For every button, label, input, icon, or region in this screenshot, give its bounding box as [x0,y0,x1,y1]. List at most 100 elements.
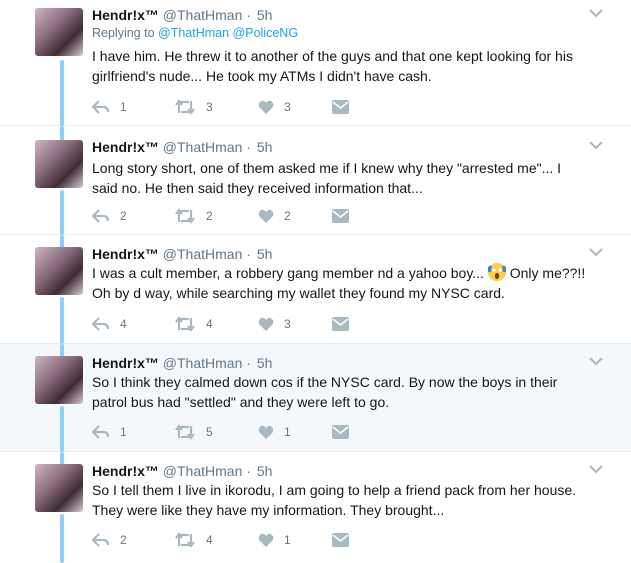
tweet-header: Hendr!x™ @ThatHman · 5h [92,245,272,263]
face-screaming-emoji [487,263,506,281]
reply-count: 1 [120,100,127,114]
like-count: 3 [284,317,291,331]
like-count: 3 [284,100,291,114]
tweet-header: Hendr!x™ @ThatHman · 5h [92,354,272,372]
tweet-text: I have him. He threw it to another of th… [92,46,612,86]
thread-line [60,297,64,344]
tweet-text-line: I have him. He threw it to another of th… [92,48,573,64]
like-button[interactable]: 3 [258,315,291,333]
separator-dot: · [246,139,251,155]
user-handle[interactable]: @ThatHman [163,246,243,262]
separator-dot: · [246,463,251,479]
tweet-text: So I tell them I live in ikorodu, I am g… [92,480,612,520]
chevron-down-icon[interactable] [589,356,603,366]
avatar[interactable] [35,464,83,512]
reply-button[interactable]: 4 [92,315,127,333]
message-icon [332,317,349,331]
tweet-text-segment: I was a cult member, a robbery gang memb… [92,265,484,281]
display-name[interactable]: Hendr!x™ [92,246,159,262]
replying-to-user[interactable]: @PoliceNG [233,26,299,40]
user-handle[interactable]: @ThatHman [163,139,243,155]
timestamp[interactable]: 5h [257,355,273,371]
message-icon [332,209,349,223]
user-handle[interactable]: @ThatHman [163,355,243,371]
retweet-icon [175,208,195,224]
like-button[interactable]: 1 [258,423,291,441]
retweet-button[interactable]: 4 [174,315,213,333]
avatar[interactable] [35,140,83,188]
tweet-text-line: They were like they have my information.… [92,502,445,518]
chevron-down-icon[interactable] [589,247,603,257]
heart-icon [258,425,274,439]
timestamp[interactable]: 5h [257,246,273,262]
timestamp[interactable]: 5h [257,7,273,23]
retweet-count: 4 [206,317,213,331]
separator-dot: · [246,246,251,262]
display-name[interactable]: Hendr!x™ [92,355,159,371]
chevron-down-icon[interactable] [589,140,603,150]
replying-to: Replying to @ThatHman @PoliceNG [92,26,298,40]
tweet[interactable]: Hendr!x™ @ThatHman · 5h I was a cult mem… [0,235,631,344]
reply-button[interactable]: 1 [92,98,127,116]
direct-message-button[interactable] [332,315,349,333]
direct-message-button[interactable] [332,423,349,441]
tweet-text-line: I was a cult member, a robbery gang memb… [92,263,612,283]
direct-message-button[interactable] [332,98,349,116]
reply-button[interactable]: 2 [92,531,127,549]
direct-message-button[interactable] [332,207,349,225]
tweet-text-line: said no. He then said they received info… [92,180,423,196]
display-name[interactable]: Hendr!x™ [92,463,159,479]
display-name[interactable]: Hendr!x™ [92,139,159,155]
like-count: 1 [284,425,291,439]
tweet-text: So I think they calmed down cos if the N… [92,372,612,412]
retweet-button[interactable]: 2 [174,207,213,225]
like-button[interactable]: 2 [258,207,291,225]
reply-button[interactable]: 2 [92,207,127,225]
direct-message-button[interactable] [332,531,349,549]
reply-count: 4 [120,317,127,331]
tweet-text-line: patrol bus had "settled" and they were l… [92,394,390,410]
tweet-actions: 1 3 3 [92,98,372,116]
like-count: 2 [284,209,291,223]
avatar[interactable] [35,247,83,295]
chevron-down-icon[interactable] [589,8,603,18]
tweet-actions: 2 4 1 [92,531,372,549]
replying-to-label: Replying to [92,26,155,40]
avatar[interactable] [35,8,83,56]
replying-to-user[interactable]: @ThatHman [158,26,229,40]
tweet[interactable]: Hendr!x™ @ThatHman · 5h So I tell them I… [0,452,631,563]
user-handle[interactable]: @ThatHman [163,7,243,23]
chevron-down-icon[interactable] [589,464,603,474]
retweet-count: 4 [206,533,213,547]
tweet-text-line: Long story short, one of them asked me i… [92,160,562,176]
tweet-actions: 2 2 2 [92,207,372,225]
reply-icon [92,100,110,114]
timestamp[interactable]: 5h [257,139,273,155]
display-name[interactable]: Hendr!x™ [92,7,159,23]
separator-dot: · [246,7,251,23]
reply-icon [92,533,110,547]
thread-line [60,60,64,126]
heart-icon [258,100,274,114]
user-handle[interactable]: @ThatHman [163,463,243,479]
heart-icon [258,317,274,331]
like-button[interactable]: 3 [258,98,291,116]
retweet-icon [175,532,195,548]
tweet[interactable]: Hendr!x™ @ThatHman · 5h So I think they … [0,344,631,452]
tweet-text: Long story short, one of them asked me i… [92,158,612,198]
reply-button[interactable]: 1 [92,423,127,441]
retweet-button[interactable]: 5 [174,423,213,441]
retweet-count: 3 [206,100,213,114]
avatar[interactable] [35,356,83,404]
tweet-text-line: So I tell them I live in ikorodu, I am g… [92,482,577,498]
like-button[interactable]: 1 [258,531,291,549]
timestamp[interactable]: 5h [257,463,273,479]
retweet-button[interactable]: 3 [174,98,213,116]
tweet[interactable]: Hendr!x™ @ThatHman · 5h Long story short… [0,126,631,235]
reply-icon [92,425,110,439]
retweet-button[interactable]: 4 [174,531,213,549]
tweet-header: Hendr!x™ @ThatHman · 5h [92,138,272,156]
tweet[interactable]: Hendr!x™ @ThatHman · 5h Replying to @Tha… [0,0,631,126]
tweet-header: Hendr!x™ @ThatHman · 5h [92,462,272,480]
retweet-icon [175,424,195,440]
